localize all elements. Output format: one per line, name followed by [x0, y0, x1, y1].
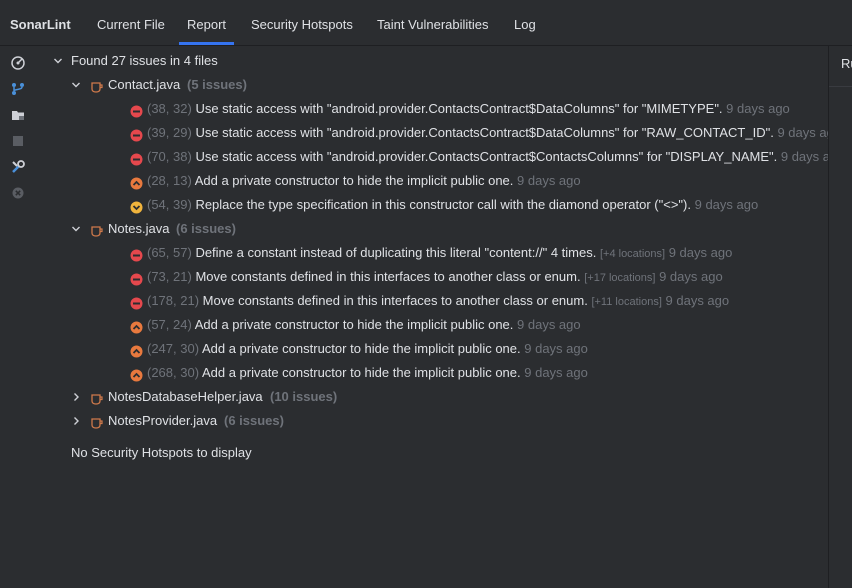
tab-current-file[interactable]: Current File [97, 0, 165, 45]
issue-location: (247, 30) [147, 341, 200, 356]
major-severity-icon [130, 342, 143, 358]
issue-message: Use static access with "android.provider… [195, 125, 774, 140]
issue-location: (54, 39) [147, 197, 192, 212]
right-panel-tab[interactable]: Ru [841, 56, 852, 71]
issue-extra-locations: [+4 locations] [599, 248, 666, 260]
chevron-down-icon[interactable] [52, 49, 64, 73]
stop-icon[interactable] [10, 133, 26, 149]
chevron-down-icon[interactable] [70, 73, 82, 97]
tab-report[interactable]: Report [178, 0, 235, 45]
tab-log[interactable]: Log [514, 0, 536, 45]
blocker-severity-icon [130, 102, 143, 118]
chevron-down-icon[interactable] [70, 217, 82, 241]
left-toolbar [0, 46, 34, 588]
tool-window-tab-bar: SonarLint Current File Report Security H… [0, 0, 852, 46]
issue-age: 9 days ago [668, 245, 733, 260]
issue-age: 9 days ago [659, 269, 723, 284]
vcs-branch-icon[interactable] [10, 81, 26, 97]
wrench-icon[interactable] [10, 159, 26, 175]
issue-message: Move constants defined in this interface… [202, 293, 588, 308]
issue-age: 9 days ago [524, 341, 588, 356]
folder-icon[interactable] [10, 107, 26, 123]
issue-age: 9 days ago [524, 365, 588, 380]
chevron-right-icon[interactable] [70, 385, 82, 409]
issue-message: Add a private constructor to hide the im… [194, 317, 514, 332]
blocker-severity-icon [130, 270, 143, 286]
issue-location: (57, 24) [147, 317, 192, 332]
issue-location: (38, 32) [147, 101, 192, 116]
issue-extra-locations: [+11 locations] [591, 296, 662, 308]
java-file-icon [90, 414, 104, 429]
tab-taint-vulnerabilities[interactable]: Taint Vulnerabilities [377, 0, 489, 45]
sonarlint-title: SonarLint [10, 17, 71, 32]
issue-age: 9 days ago [517, 173, 581, 188]
issue-age: 9 days ago [726, 101, 790, 116]
java-file-icon [90, 390, 104, 405]
file-name: NotesProvider.java [108, 413, 218, 428]
file-issue-count: (10 issues) [270, 389, 338, 404]
issue-message: Use static access with "android.provider… [195, 101, 723, 116]
issue-age: 9 days ago [694, 197, 759, 212]
issue-message: Use static access with "android.provider… [195, 149, 778, 164]
hotspots-empty-message: No Security Hotspots to display [71, 445, 252, 460]
issue-message: Add a private constructor to hide the im… [201, 341, 521, 356]
right-panel-divider [829, 86, 852, 87]
issue-extra-locations: [+17 locations] [584, 272, 656, 284]
issues-tree: Found 27 issues in 4 files Contact.java (… [34, 46, 844, 588]
issue-location: (65, 57) [147, 245, 192, 260]
file-name: NotesDatabaseHelper.java [108, 389, 263, 404]
blocker-severity-icon [130, 126, 143, 142]
issue-age: 9 days ago [517, 317, 581, 332]
issue-location: (178, 21) [147, 293, 200, 308]
blocker-severity-icon [130, 294, 143, 310]
issue-message: Move constants defined in this interface… [195, 269, 581, 284]
issue-message: Add a private constructor to hide the im… [194, 173, 514, 188]
issue-location: (268, 30) [147, 365, 200, 380]
blocker-severity-icon [130, 246, 143, 262]
java-file-icon [90, 222, 104, 237]
file-name: Contact.java [108, 77, 181, 92]
issue-location: (39, 29) [147, 125, 192, 140]
right-panel: Ru [828, 46, 852, 588]
file-issue-count: (5 issues) [187, 77, 247, 92]
issue-message: Define a constant instead of duplicating… [195, 245, 597, 260]
clear-icon[interactable] [10, 185, 26, 201]
java-file-icon [90, 78, 104, 93]
major-severity-icon [130, 174, 143, 190]
issue-location: (28, 13) [147, 173, 192, 188]
analyze-icon[interactable] [10, 55, 26, 71]
summary-text: Found 27 issues in 4 files [71, 53, 218, 68]
major-severity-icon [130, 366, 143, 382]
file-name: Notes.java [108, 221, 170, 236]
file-issue-count: (6 issues) [224, 413, 284, 428]
minor-severity-icon [130, 198, 143, 214]
issue-message: Add a private constructor to hide the im… [201, 365, 521, 380]
tab-security-hotspots[interactable]: Security Hotspots [251, 0, 353, 45]
file-issue-count: (6 issues) [176, 221, 236, 236]
issue-message: Replace the type specification in this c… [195, 197, 691, 212]
issue-location: (70, 38) [147, 149, 192, 164]
blocker-severity-icon [130, 150, 143, 166]
issue-location: (73, 21) [147, 269, 192, 284]
chevron-right-icon[interactable] [70, 409, 82, 433]
issue-age: 9 days ago [665, 293, 730, 308]
major-severity-icon [130, 318, 143, 334]
